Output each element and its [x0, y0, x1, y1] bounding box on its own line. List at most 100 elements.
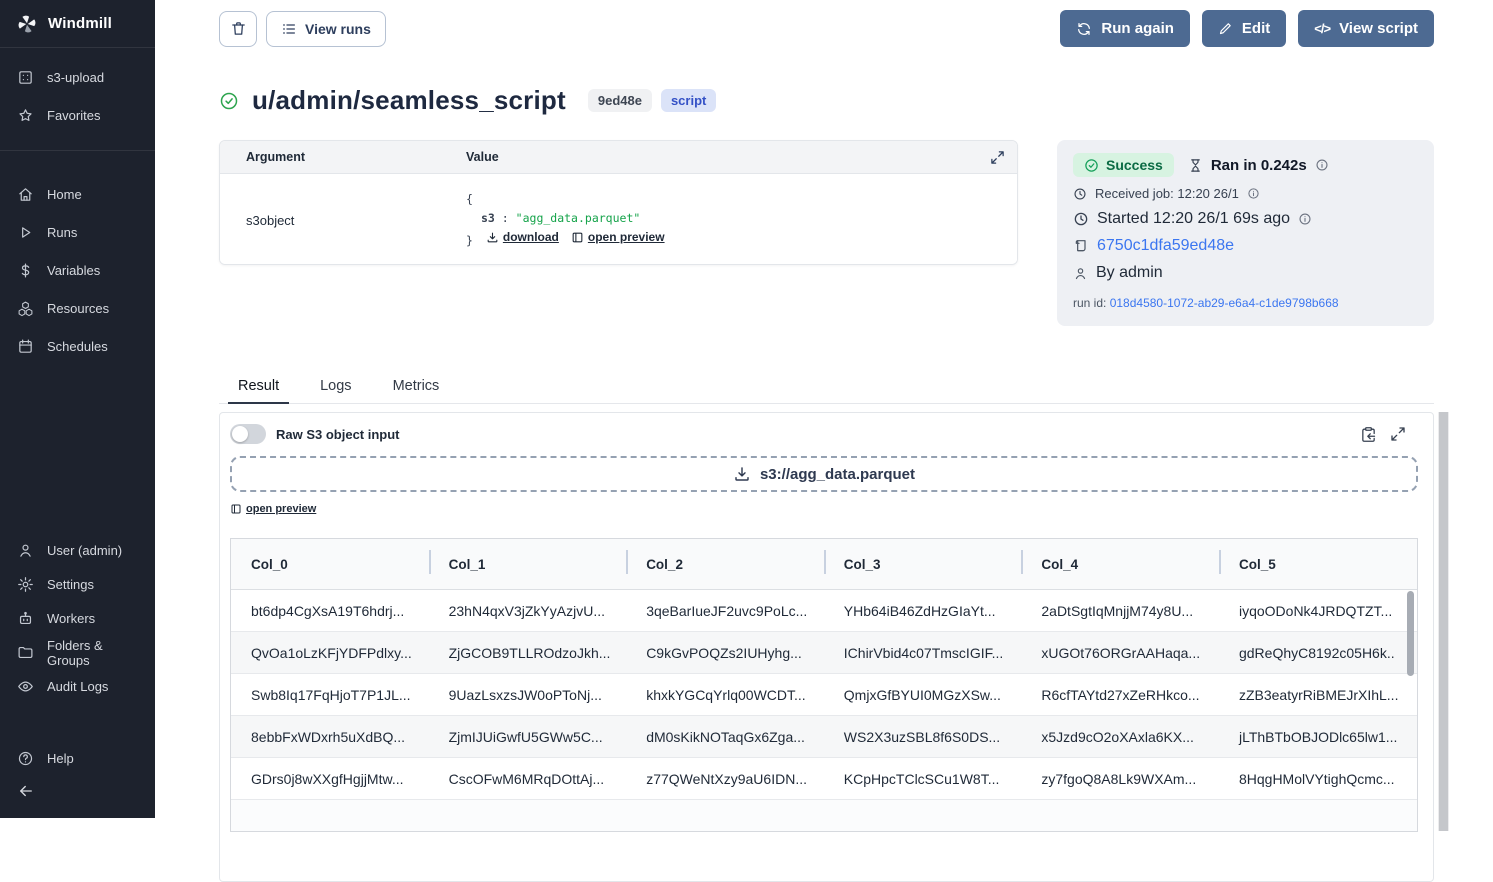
table-cell: jLThBTbOBJODlc65lw1... [1219, 729, 1417, 745]
result-panel-scrollbar[interactable] [1438, 412, 1449, 831]
table-cell: gdReQhyC8192c05H6k.. [1219, 645, 1417, 661]
result-panel-scrollbar-thumb[interactable] [1439, 412, 1448, 831]
raw-s3-toggle-label: Raw S3 object input [276, 427, 400, 442]
sidebar-item-favorites[interactable]: Favorites [0, 96, 155, 134]
sidebar-item-runs[interactable]: Runs [0, 213, 155, 251]
expand-icon[interactable] [1390, 426, 1406, 443]
sidebar-item-settings[interactable]: Settings [0, 568, 155, 602]
dollar-icon [17, 262, 34, 279]
boxes-icon [17, 300, 34, 317]
sidebar-item-user[interactable]: User (admin) [0, 534, 155, 568]
table-cell: z77QWeNtXzy9aU6IDN... [626, 771, 824, 787]
table-row-partial [231, 800, 1417, 831]
check-circle-icon [1084, 158, 1099, 173]
gear-icon [17, 576, 34, 593]
job-hash-link[interactable]: 6750c1dfa59ed48e [1097, 237, 1234, 255]
s3-file-download-button[interactable]: s3://agg_data.parquet [230, 456, 1418, 492]
sidebar-item-label: Folders & Groups [47, 638, 138, 668]
edit-label: Edit [1242, 20, 1270, 37]
refresh-icon [1076, 21, 1092, 37]
column-header: Col_5 [1219, 557, 1417, 572]
table-cell: bt6dp4CgXsA19T6hdrj... [231, 603, 429, 619]
table-cell: khxkYGCqYrlq00WCDT... [626, 687, 824, 703]
json-brace-open: { [466, 190, 1005, 209]
run-id-label: run id: [1073, 296, 1106, 310]
sidebar-item-help[interactable]: Help [0, 742, 155, 776]
view-runs-button[interactable]: View runs [266, 11, 386, 47]
column-header: Col_3 [824, 557, 1022, 572]
toolbar: View runs Run again Edit [219, 10, 1434, 47]
brand-name: Windmill [48, 15, 112, 32]
user-icon [1073, 266, 1088, 281]
sidebar-item-label: User (admin) [47, 543, 122, 558]
collapse-sidebar-icon[interactable] [17, 782, 35, 800]
copy-to-clipboard-icon[interactable] [1360, 426, 1377, 443]
table-cell: YHb64iB46ZdHzGIaYt... [824, 603, 1022, 619]
scroll-icon [1073, 238, 1089, 254]
title-row: u/admin/seamless_script 9ed48e script [219, 85, 1434, 116]
result-table-header: Col_0Col_1Col_2Col_3Col_4Col_5 [231, 539, 1417, 590]
trash-icon [230, 20, 247, 37]
table-cell: x5Jzd9cO2oXAxla6KX... [1021, 729, 1219, 745]
json-brace-close: } [466, 233, 473, 247]
table-cell: dM0sKikNOTaqGx6Zga... [626, 729, 824, 745]
run-id-link[interactable]: 018d4580-1072-ab29-e6a4-c1de9798b668 [1110, 296, 1339, 310]
sidebar-item-schedules[interactable]: Schedules [0, 327, 155, 365]
success-check-icon [219, 91, 239, 111]
json-colon: : [502, 211, 509, 225]
table-cell: WS2X3uzSBL8f6S0DS... [824, 729, 1022, 745]
table-cell: 8ebbFxWDxrh5uXdBQ... [231, 729, 429, 745]
sidebar: Windmill s3-upload Favorites [0, 0, 155, 818]
open-preview-link[interactable]: open preview [571, 228, 665, 248]
raw-s3-toggle[interactable] [230, 424, 266, 444]
table-row: QvOa1oLzKFjYDFPdlxy...ZjGCOB9TLLROdzoJkh… [231, 632, 1417, 674]
sidebar-item-workers[interactable]: Workers [0, 602, 155, 636]
value-column-header: Value [466, 150, 990, 164]
json-string-value: "agg_data.parquet" [516, 211, 641, 225]
table-cell: CscOFwM6MRqDOttAj... [429, 771, 627, 787]
tab-logs[interactable]: Logs [317, 378, 354, 403]
result-panel: Raw S3 object input [219, 412, 1434, 882]
sidebar-item-home[interactable]: Home [0, 175, 155, 213]
code-icon: </> [1314, 21, 1330, 36]
info-icon [1247, 187, 1260, 200]
table-cell: Swb8Iq17FqHjoT7P1JL... [231, 687, 429, 703]
run-again-button[interactable]: Run again [1060, 10, 1190, 47]
table-cell: KCpHpcTClcSCu1W8T... [824, 771, 1022, 787]
app-window-icon [17, 69, 34, 86]
sidebar-item-folders-groups[interactable]: Folders & Groups [0, 636, 155, 670]
sidebar-item-label: Resources [47, 301, 109, 316]
sidebar-item-variables[interactable]: Variables [0, 251, 155, 289]
table-scrollbar-thumb[interactable] [1407, 591, 1414, 676]
view-script-button[interactable]: </> View script [1298, 10, 1434, 47]
sidebar-item-resources[interactable]: Resources [0, 289, 155, 327]
edit-button[interactable]: Edit [1202, 10, 1286, 47]
sidebar-item-audit-logs[interactable]: Audit Logs [0, 670, 155, 704]
tab-result[interactable]: Result [235, 378, 282, 403]
table-cell: R6cfTAYtd27xZeRHkco... [1021, 687, 1219, 703]
table-cell: ZjGCOB9TLLROdzoJkh... [429, 645, 627, 661]
sidebar-item-label: Workers [47, 611, 95, 626]
tab-metrics[interactable]: Metrics [390, 378, 443, 403]
sidebar-item-s3-upload[interactable]: s3-upload [0, 58, 155, 96]
clock-icon [1073, 187, 1087, 201]
sidebar-item-label: Variables [47, 263, 100, 278]
clock-icon [1073, 211, 1089, 227]
table-cell: 3qeBarIueJF2uvc9PoLc... [626, 603, 824, 619]
ran-in-text: Ran in 0.242s [1211, 157, 1307, 174]
table-scrollbar[interactable] [1407, 591, 1414, 829]
panel-preview-icon [230, 503, 242, 515]
hash-badge: 9ed48e [588, 89, 652, 112]
status-panel: Success Ran in 0.242s [1057, 140, 1434, 326]
download-link[interactable]: download [486, 228, 559, 248]
delete-button[interactable] [219, 11, 257, 47]
json-key: s3 [481, 211, 495, 225]
view-runs-label: View runs [305, 21, 371, 37]
sidebar-divider [0, 150, 155, 151]
robot-icon [17, 610, 34, 627]
argument-value: { s3 : "agg_data.parquet" } [466, 190, 1005, 250]
expand-icon[interactable] [990, 150, 1005, 165]
brand-row[interactable]: Windmill [0, 0, 155, 48]
open-preview-link[interactable]: open preview [230, 503, 316, 515]
table-row: Swb8Iq17FqHjoT7P1JL...9UazLsxzsJW0oPToNj… [231, 674, 1417, 716]
